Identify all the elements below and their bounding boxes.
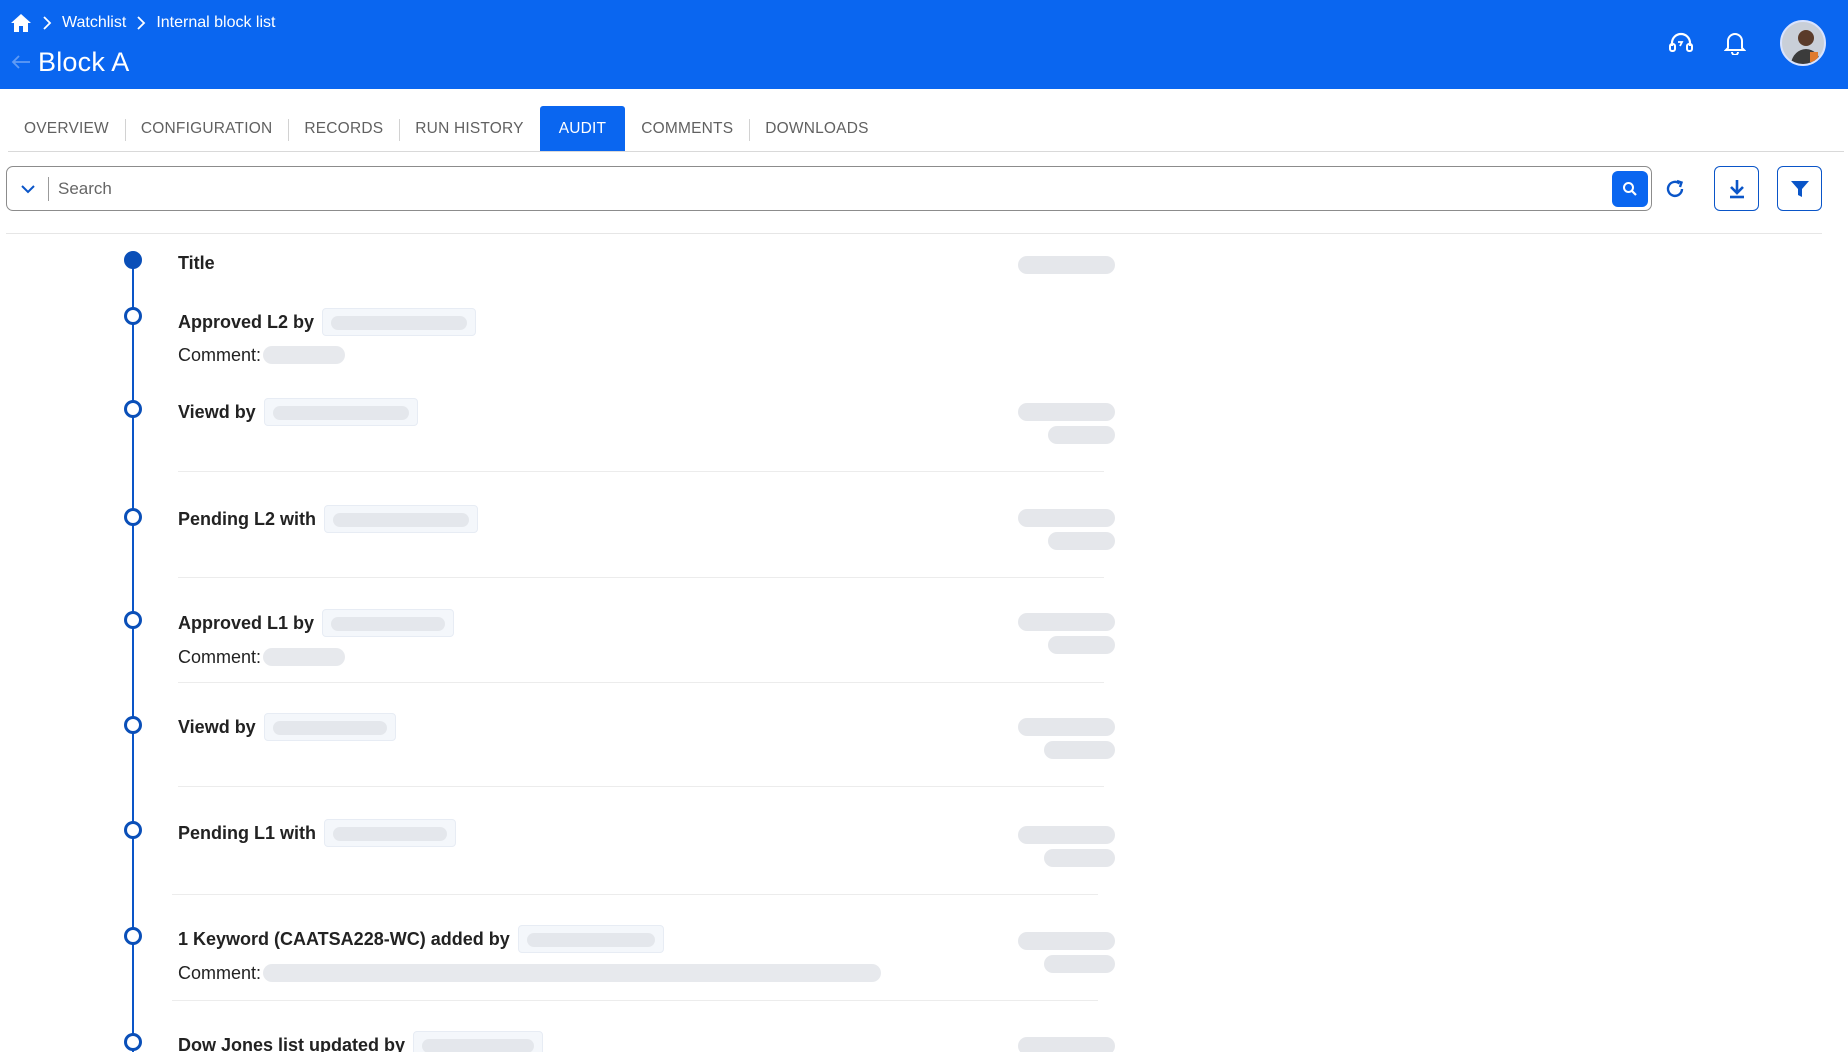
timestamp-placeholder: [1048, 532, 1115, 550]
tab-downloads[interactable]: DOWNLOADS: [749, 106, 884, 151]
filter-icon: [1790, 180, 1809, 197]
refresh-icon[interactable]: [1660, 174, 1690, 204]
timestamp-placeholder: [1044, 849, 1115, 867]
audit-event-comment: Comment:: [178, 961, 882, 985]
timestamp-placeholder: [1018, 509, 1115, 527]
timestamp-placeholder: [1018, 613, 1115, 631]
divider: [6, 233, 1822, 234]
timeline-dot: [124, 927, 142, 945]
bell-icon[interactable]: [1720, 28, 1750, 58]
page-title: Block A: [38, 46, 130, 77]
audit-event-title: Viewd by: [178, 398, 418, 426]
filter-button[interactable]: [1777, 166, 1822, 211]
tab-configuration[interactable]: CONFIGURATION: [124, 106, 288, 151]
app-header: Watchlist Internal block list Block A: [0, 0, 1848, 89]
user-chip[interactable]: [263, 713, 396, 741]
timestamp-placeholder: [1044, 955, 1115, 973]
chevron-right-icon: [38, 12, 56, 34]
user-chip[interactable]: [322, 308, 477, 336]
audit-event-title: Pending L2 with: [178, 505, 478, 533]
audit-event-title: Title: [178, 252, 215, 273]
breadcrumb-watchlist[interactable]: Watchlist: [62, 14, 126, 32]
timeline-dot: [124, 611, 142, 629]
user-chip[interactable]: [517, 925, 664, 953]
user-chip[interactable]: [324, 505, 478, 533]
back-arrow-icon[interactable]: [10, 51, 32, 73]
user-chip[interactable]: [413, 1031, 544, 1052]
user-chip[interactable]: [263, 398, 418, 426]
timestamp-placeholder: [1018, 1037, 1115, 1052]
audit-event-title: 1 Keyword (CAATSA228-WC) added by: [178, 925, 664, 953]
timestamp-placeholder: [1018, 932, 1115, 950]
timestamp-placeholder: [1018, 718, 1115, 736]
audit-event-title: Approved L1 by: [178, 609, 455, 637]
search-bar: [6, 166, 1652, 211]
timeline-dot: [124, 716, 142, 734]
search-input[interactable]: [49, 167, 1612, 210]
user-chip[interactable]: [324, 819, 456, 847]
header-actions: [1642, 20, 1826, 66]
timeline-dot: [124, 1033, 142, 1051]
chevron-right-icon: [132, 12, 150, 34]
download-button[interactable]: [1714, 166, 1759, 211]
audit-event-comment: Comment:: [178, 645, 346, 669]
search-button[interactable]: [1612, 170, 1648, 207]
timeline-dot: [124, 508, 142, 526]
title-row: Block A: [10, 44, 129, 80]
audit-event-title: Pending L1 with: [178, 819, 456, 847]
tab-audit[interactable]: AUDIT: [539, 106, 626, 151]
home-icon[interactable]: [10, 12, 32, 34]
download-icon: [1729, 179, 1744, 198]
chevron-down-icon: [20, 184, 35, 193]
timestamp-placeholder: [1018, 256, 1115, 274]
audit-event-title: Viewd by: [178, 713, 396, 741]
tab-overview[interactable]: OVERVIEW: [8, 106, 125, 151]
user-chip[interactable]: [322, 609, 455, 637]
timestamp-placeholder: [1018, 826, 1115, 844]
timestamp-placeholder: [1018, 403, 1115, 421]
tab-run-history[interactable]: RUN HISTORY: [399, 106, 539, 151]
breadcrumb-internal-block-list[interactable]: Internal block list: [156, 14, 275, 32]
tab-records[interactable]: RECORDS: [288, 106, 399, 151]
support-icon[interactable]: [1666, 28, 1696, 58]
timestamp-placeholder: [1044, 741, 1115, 759]
timeline-dot: [124, 400, 142, 418]
search-icon: [1623, 181, 1637, 196]
timeline-dot: [124, 821, 142, 839]
timestamp-placeholder: [1048, 426, 1115, 444]
audit-event-title: Dow Jones list updated by: [178, 1031, 544, 1052]
audit-event-comment: Comment:: [178, 343, 346, 367]
tab-bar: OVERVIEW CONFIGURATION RECORDS RUN HISTO…: [8, 106, 1844, 152]
timeline-dot: [124, 307, 142, 325]
tab-comments[interactable]: COMMENTS: [625, 106, 749, 151]
avatar[interactable]: [1780, 20, 1826, 66]
search-scope-dropdown[interactable]: [7, 176, 49, 201]
timeline-dot-current: [124, 251, 142, 269]
audit-event-title: Approved L2 by: [178, 308, 477, 336]
timestamp-placeholder: [1048, 636, 1115, 654]
breadcrumb: Watchlist Internal block list: [10, 12, 275, 34]
